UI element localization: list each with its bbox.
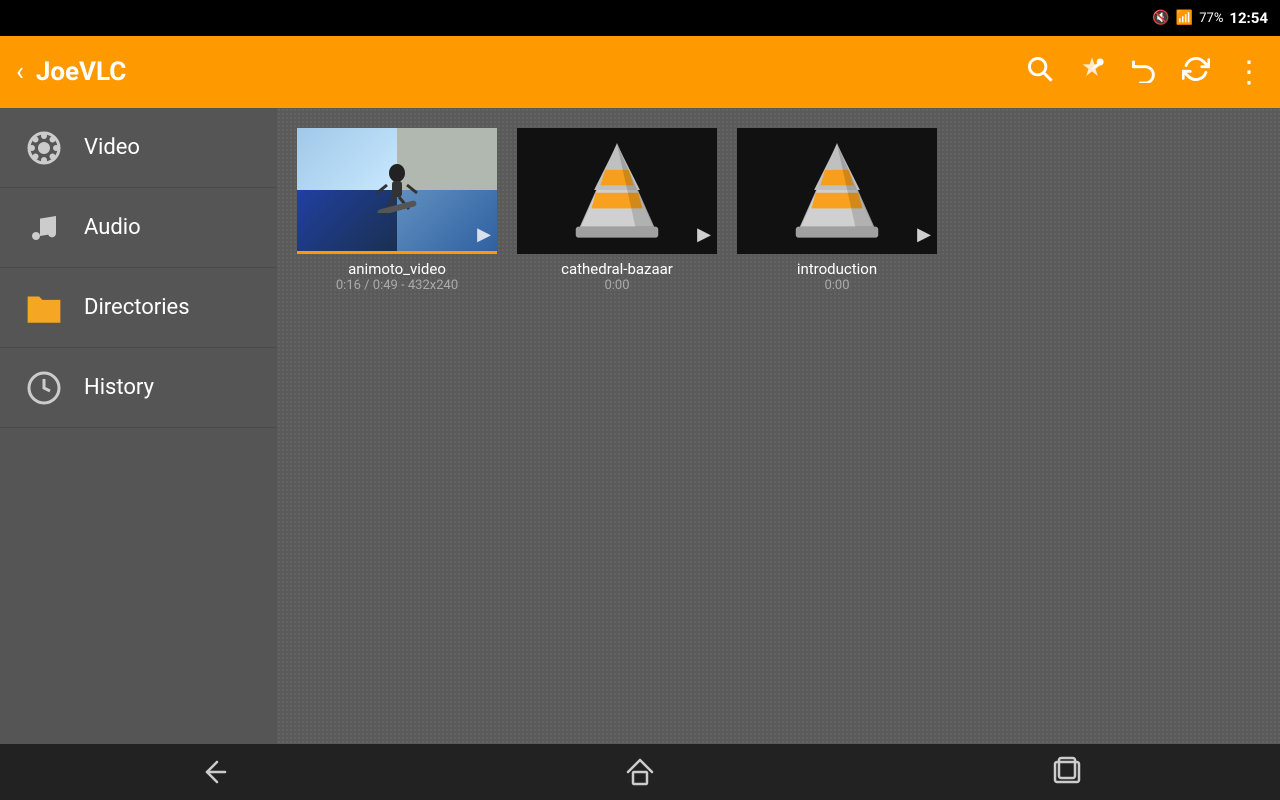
directories-label: Directories bbox=[84, 295, 190, 320]
audio-label: Audio bbox=[84, 215, 141, 240]
toolbar-actions: ⋮ bbox=[1026, 55, 1264, 90]
sidebar-item-history[interactable]: History bbox=[0, 348, 277, 428]
meta-cathedral: 0:00 bbox=[604, 278, 629, 293]
play-arrow-cathedral: ▶ bbox=[697, 224, 711, 245]
sidebar-item-directories[interactable]: Directories bbox=[0, 268, 277, 348]
folder-icon bbox=[20, 284, 68, 332]
sidebar-item-audio[interactable]: Audio bbox=[0, 188, 277, 268]
vlc-cone-introduction bbox=[737, 128, 937, 251]
app-title: JoeVLC bbox=[36, 57, 1026, 87]
video-label: Video bbox=[84, 135, 140, 160]
thumbnail-animoto: ▶ bbox=[297, 128, 497, 254]
vlc-cone-cathedral bbox=[517, 128, 717, 251]
more-button[interactable]: ⋮ bbox=[1234, 65, 1264, 80]
meta-animoto: 0:16 / 0:49 - 432x240 bbox=[336, 278, 458, 293]
wifi-icon: 📶 bbox=[1176, 10, 1193, 26]
settings-button[interactable] bbox=[1078, 55, 1106, 90]
nav-recents-button[interactable] bbox=[853, 756, 1280, 788]
nav-back-button[interactable] bbox=[0, 756, 427, 788]
play-arrow-animoto: ▶ bbox=[477, 224, 491, 245]
media-item-cathedral[interactable]: ▶ cathedral-bazaar 0:00 bbox=[517, 128, 717, 293]
film-icon bbox=[20, 124, 68, 172]
nav-home-button[interactable] bbox=[427, 756, 854, 788]
thumbnail-cathedral: ▶ bbox=[517, 128, 717, 254]
main-layout: Video Audio Directories bbox=[0, 108, 1280, 744]
history-label: History bbox=[84, 375, 154, 400]
title-animoto: animoto_video bbox=[348, 260, 446, 278]
back-button[interactable]: ‹ bbox=[16, 57, 24, 87]
sidebar-item-video[interactable]: Video bbox=[0, 108, 277, 188]
nav-bar bbox=[0, 744, 1280, 800]
app-bar: ‹ JoeVLC bbox=[0, 36, 1280, 108]
status-icons: 🔇 📶 77% 12:54 bbox=[1152, 9, 1268, 27]
battery-icon: 77% bbox=[1199, 11, 1223, 26]
title-introduction: introduction bbox=[797, 260, 877, 278]
title-cathedral: cathedral-bazaar bbox=[561, 260, 673, 278]
search-button[interactable] bbox=[1026, 55, 1054, 90]
status-bar: 🔇 📶 77% 12:54 bbox=[0, 0, 1280, 36]
refresh-button[interactable] bbox=[1182, 55, 1210, 90]
clock: 12:54 bbox=[1229, 9, 1268, 27]
media-item-introduction[interactable]: ▶ introduction 0:00 bbox=[737, 128, 937, 293]
music-icon bbox=[20, 204, 68, 252]
clock-icon bbox=[20, 364, 68, 412]
media-item-animoto[interactable]: ▶ animoto_video 0:16 / 0:49 - 432x240 bbox=[297, 128, 497, 293]
sidebar: Video Audio Directories bbox=[0, 108, 277, 744]
thumbnail-introduction: ▶ bbox=[737, 128, 937, 254]
mute-icon: 🔇 bbox=[1152, 10, 1169, 26]
meta-introduction: 0:00 bbox=[824, 278, 849, 293]
undo-button[interactable] bbox=[1130, 55, 1158, 90]
content-area: ▶ animoto_video 0:16 / 0:49 - 432x240 bbox=[277, 108, 1280, 744]
play-arrow-introduction: ▶ bbox=[917, 224, 931, 245]
